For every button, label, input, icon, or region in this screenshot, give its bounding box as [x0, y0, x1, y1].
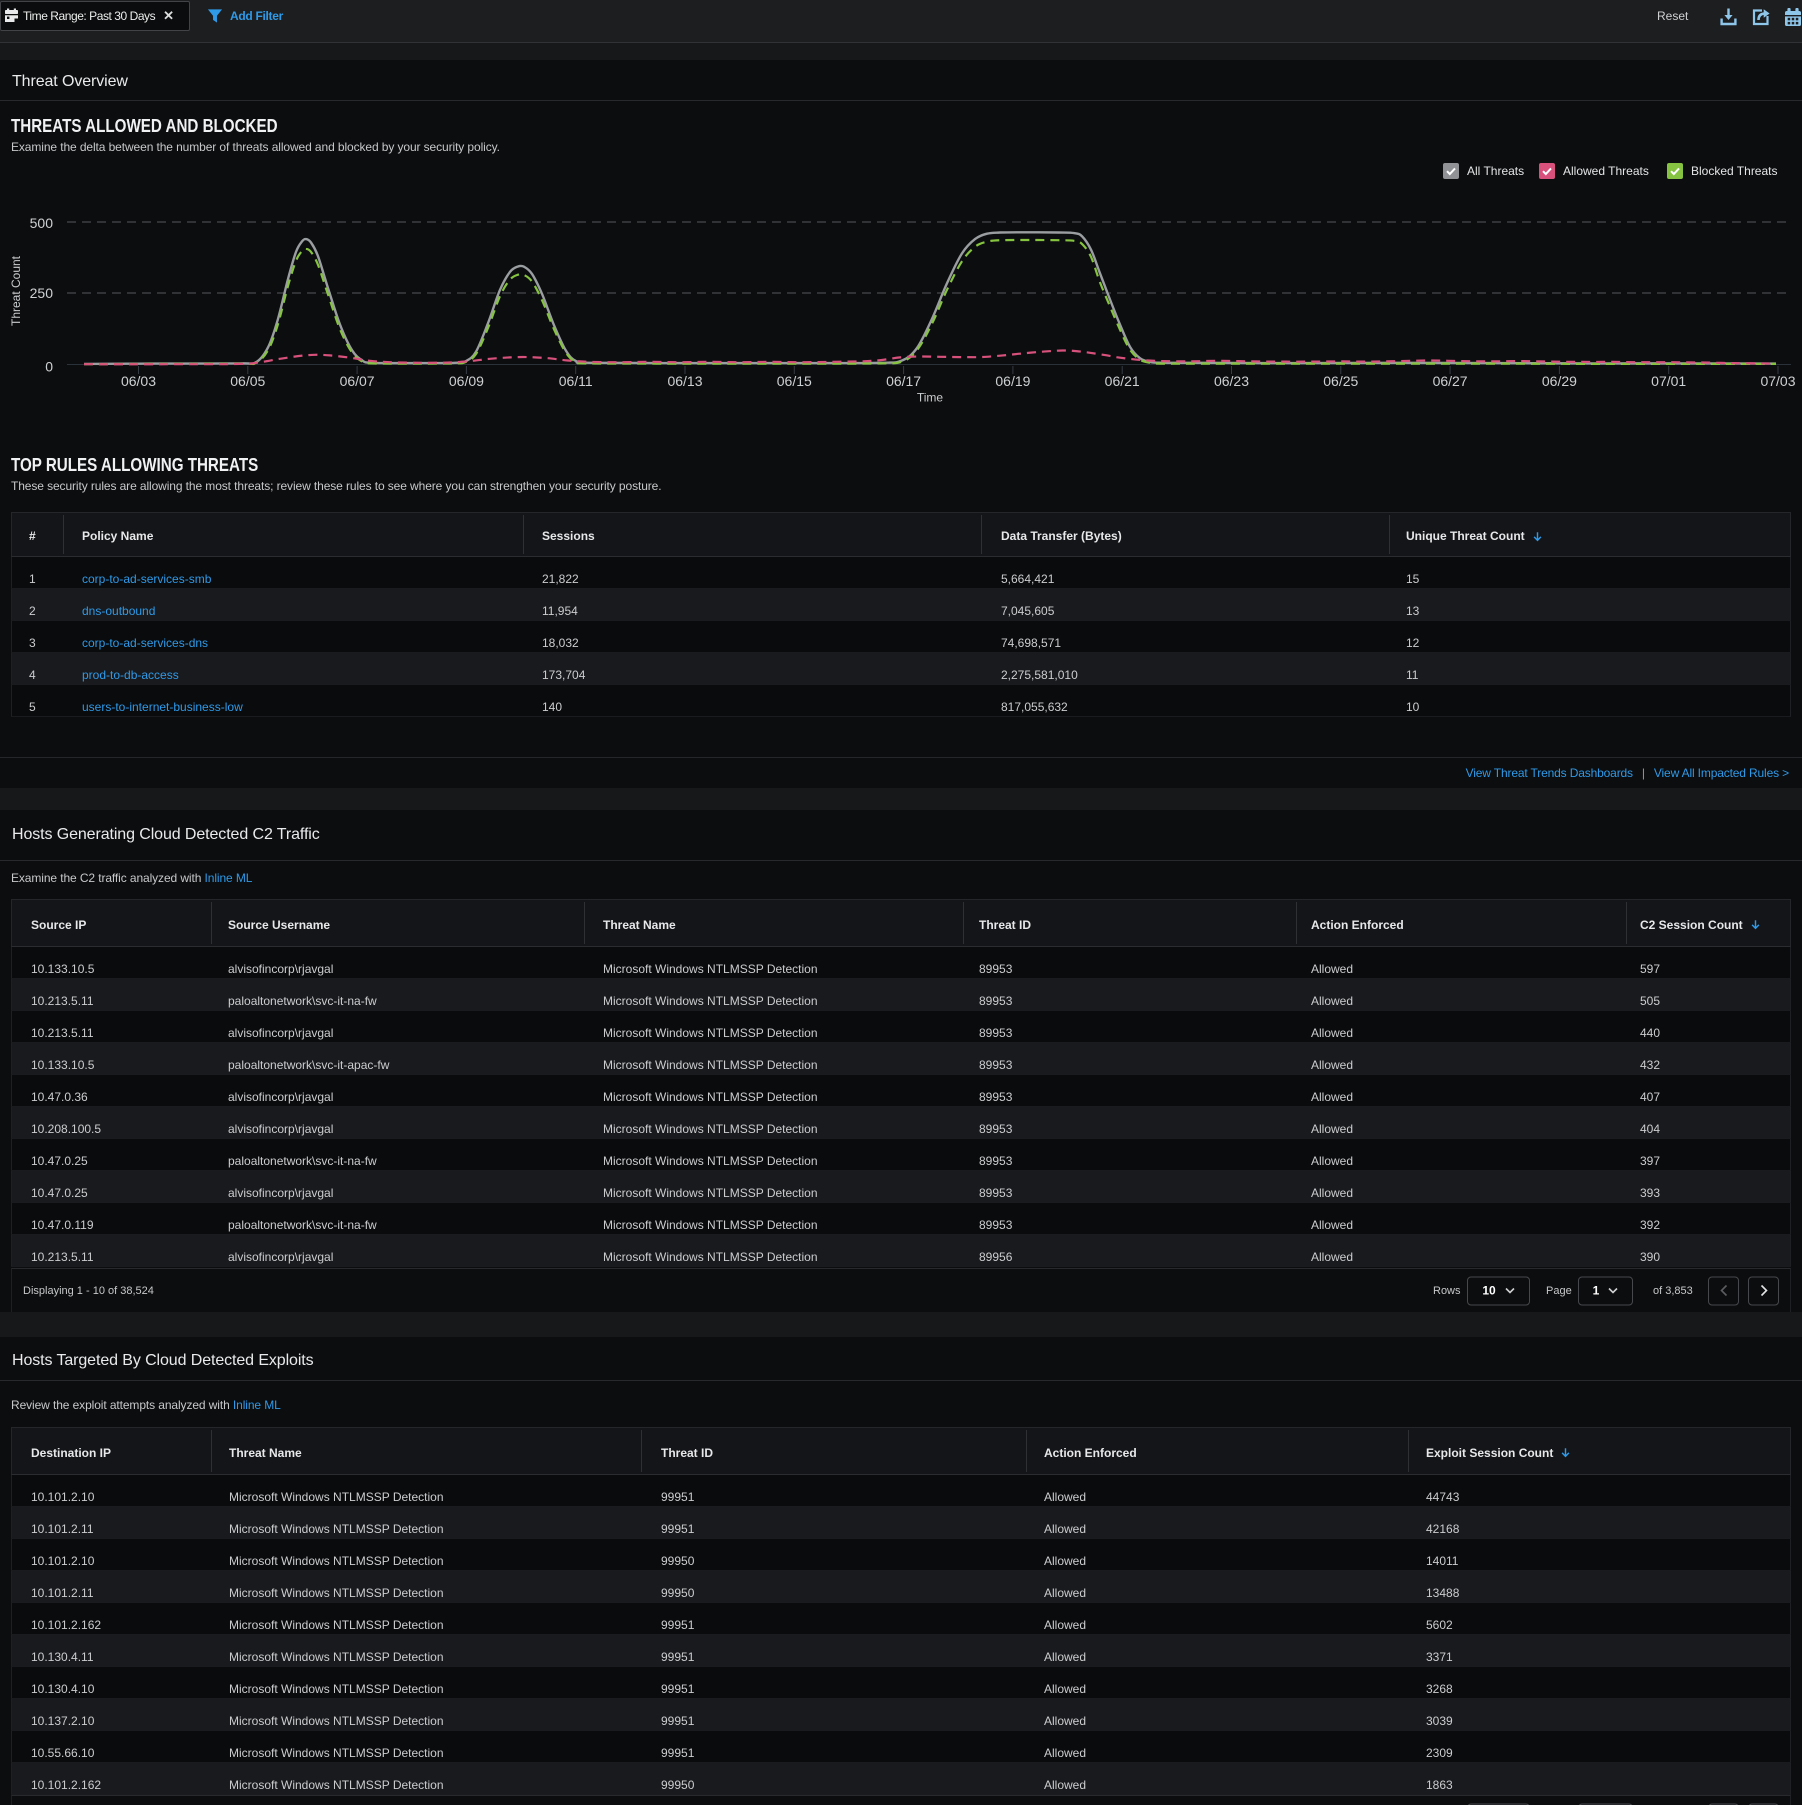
svg-text:0: 0: [45, 359, 53, 375]
svg-text:06/03: 06/03: [121, 373, 156, 389]
svg-text:500: 500: [30, 215, 54, 231]
svg-text:07/01: 07/01: [1651, 373, 1686, 389]
svg-text:06/17: 06/17: [886, 373, 921, 389]
svg-text:06/21: 06/21: [1105, 373, 1140, 389]
svg-text:06/13: 06/13: [667, 373, 702, 389]
svg-text:06/09: 06/09: [449, 373, 484, 389]
svg-text:Time: Time: [917, 391, 944, 405]
svg-text:06/15: 06/15: [777, 373, 812, 389]
svg-text:Threat Count: Threat Count: [9, 255, 23, 326]
svg-text:07/03: 07/03: [1760, 373, 1795, 389]
svg-text:06/23: 06/23: [1214, 373, 1249, 389]
svg-text:250: 250: [30, 285, 54, 301]
svg-text:06/19: 06/19: [995, 373, 1030, 389]
svg-text:06/07: 06/07: [340, 373, 375, 389]
svg-text:06/25: 06/25: [1323, 373, 1358, 389]
svg-text:06/05: 06/05: [230, 373, 265, 389]
svg-text:06/11: 06/11: [559, 373, 593, 389]
svg-text:06/27: 06/27: [1433, 373, 1468, 389]
svg-text:06/29: 06/29: [1542, 373, 1577, 389]
